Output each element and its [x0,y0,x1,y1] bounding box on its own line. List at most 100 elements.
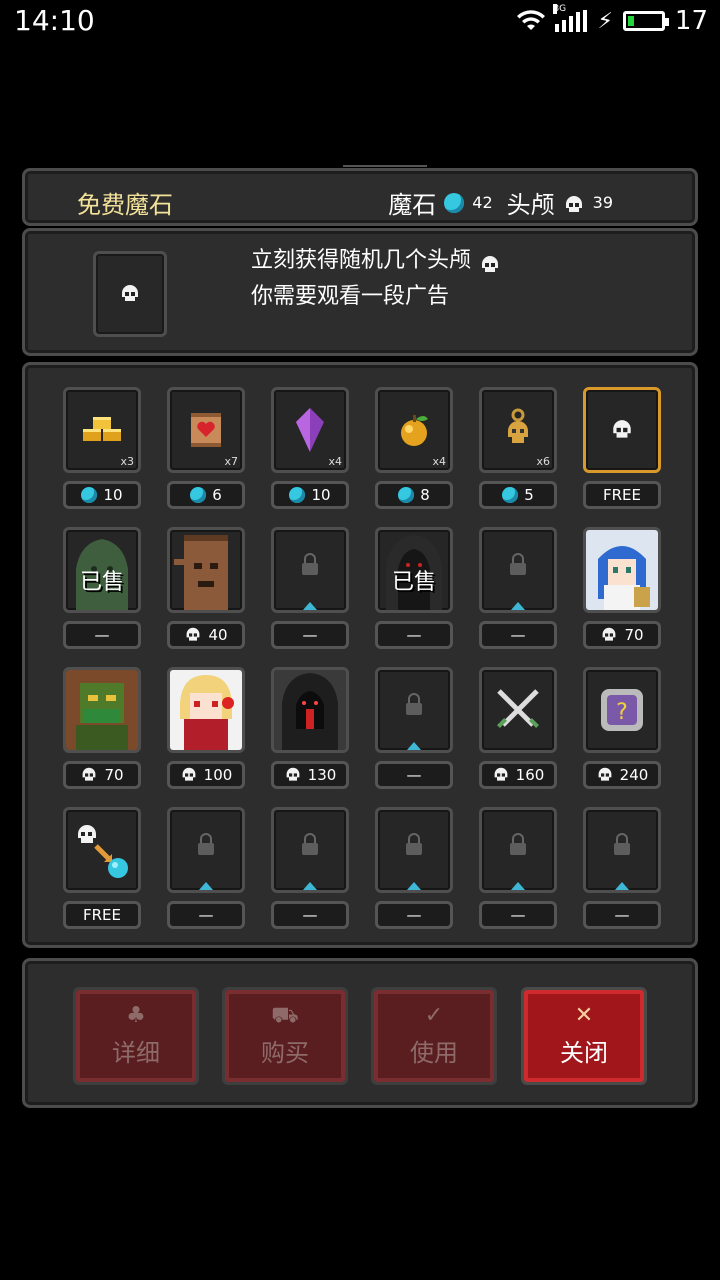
unlock-indicator-icon [303,882,317,890]
crossed-swords-item[interactable] [479,667,557,753]
lock-icon [612,833,632,859]
shop-slot[interactable]: x4 8 [375,387,453,509]
tree-monster-icon [170,530,242,610]
blue-mage-girl-item[interactable] [583,527,661,613]
locked-slot[interactable] [479,527,557,613]
locked-slot[interactable] [375,807,453,893]
shop-slot[interactable]: 40 [167,527,245,649]
green-ogre-item[interactable] [63,667,141,753]
shop-slot[interactable]: 130 [271,667,349,789]
golden-apple-item[interactable]: x4 [375,387,453,473]
shop-slot[interactable]: — [167,807,245,929]
close-button[interactable]: ✕ 关闭 [521,987,647,1085]
green-slime-item[interactable]: 已售 [63,527,141,613]
item-count: x4 [328,455,342,468]
shop-slot[interactable]: x6 5 [479,387,557,509]
price-tag: — [375,761,453,789]
tree-monster-item[interactable] [167,527,245,613]
item-count: x4 [432,455,446,468]
unlock-indicator-icon [303,602,317,610]
price-value: 8 [420,486,430,504]
price-value: — [406,626,422,644]
shop-slot[interactable]: x3 10 [63,387,141,509]
header-ornament [343,165,427,177]
price-tag: — [375,901,453,929]
skull-icon [119,284,141,304]
golden-apple-icon [396,411,432,449]
price-tag: — [479,901,557,929]
price-value: — [198,906,214,924]
description-line-2: 你需要观看一段广告 [251,284,450,309]
item-count: x7 [224,455,238,468]
check-button[interactable]: ✓ 使用 [371,987,497,1085]
skull-key-item[interactable]: x6 [479,387,557,473]
locked-slot[interactable] [583,807,661,893]
heart-scroll-item[interactable]: x7 [167,387,245,473]
purple-crystal-item[interactable]: x4 [271,387,349,473]
shop-slot[interactable]: FREE [583,387,661,509]
shop-slot[interactable]: — [479,527,557,649]
shop-slot[interactable]: 70 [583,527,661,649]
lock-icon [300,553,320,579]
price-tag: — [375,621,453,649]
price-value: — [302,626,318,644]
shop-slot[interactable]: FREE [63,807,141,929]
signal-icon: 3G [553,4,588,32]
skull-icon [80,767,98,783]
skull-icon [184,627,202,643]
status-icons: 3G ⚡ 17 [517,4,708,36]
shop-slot[interactable]: x4 10 [271,387,349,509]
price-value: 100 [203,766,233,784]
gem-icon [398,487,415,503]
price-value: 70 [104,766,124,784]
blonde-vampire-item[interactable] [167,667,245,753]
shop-slot[interactable]: — [375,667,453,789]
shop-slot[interactable]: 70 [63,667,141,789]
locked-slot[interactable] [479,807,557,893]
shop-slot[interactable]: — [479,807,557,929]
shop-slot[interactable]: 160 [479,667,557,789]
cart-button[interactable]: ⛟ 购买 [222,987,348,1085]
pouch-icon: ♣ [126,1002,146,1028]
price-value: 10 [311,486,331,504]
price-value: 240 [619,766,649,784]
skull-key-icon [501,407,535,453]
mystery-box-item[interactable]: ? [583,667,661,753]
shop-grid: x3 10 x7 6 x4 10 x4 8 x6 5 FREE 已售 — 40 — 已售 — — 70 70 100 13… [22,362,698,948]
locked-slot[interactable] [375,667,453,753]
mystery-box-icon: ? [595,683,649,737]
locked-slot[interactable] [271,527,349,613]
button-label: 使用 [410,1038,458,1067]
shop-slot[interactable]: ? 240 [583,667,661,789]
locked-slot[interactable] [167,807,245,893]
shop-slot[interactable]: 100 [167,667,245,789]
shop-slot[interactable]: — [271,527,349,649]
price-value: FREE [602,486,641,504]
price-value: 70 [624,626,644,644]
pouch-button[interactable]: ♣ 详细 [73,987,199,1085]
shop-slot[interactable]: x7 6 [167,387,245,509]
hooded-reaper-item[interactable] [271,667,349,753]
price-value: — [614,906,630,924]
unlock-indicator-icon [511,882,525,890]
gold-bars-item[interactable]: x3 [63,387,141,473]
shop-slot[interactable]: 已售 — [63,527,141,649]
button-label: 详细 [112,1038,160,1067]
battery-level [627,16,634,26]
free-skull-item[interactable] [583,387,661,473]
cart-icon: ⛟ [271,1002,299,1028]
skull-icon [284,767,302,783]
shop-slot[interactable]: — [271,807,349,929]
price-tag: 70 [63,761,141,789]
shop-slot[interactable]: — [583,807,661,929]
dark-wraith-item[interactable]: 已售 [375,527,453,613]
price-value: — [406,906,422,924]
item-info-panel: 立刻获得随机几个头颅 你需要观看一段广告 [22,228,698,356]
shop-slot[interactable]: — [375,807,453,929]
skull-to-gem-item[interactable] [63,807,141,893]
svg-text:?: ? [616,700,628,725]
price-value: 6 [212,486,222,504]
shop-slot[interactable]: 已售 — [375,527,453,649]
locked-slot[interactable] [271,807,349,893]
price-tag: 10 [63,481,141,509]
